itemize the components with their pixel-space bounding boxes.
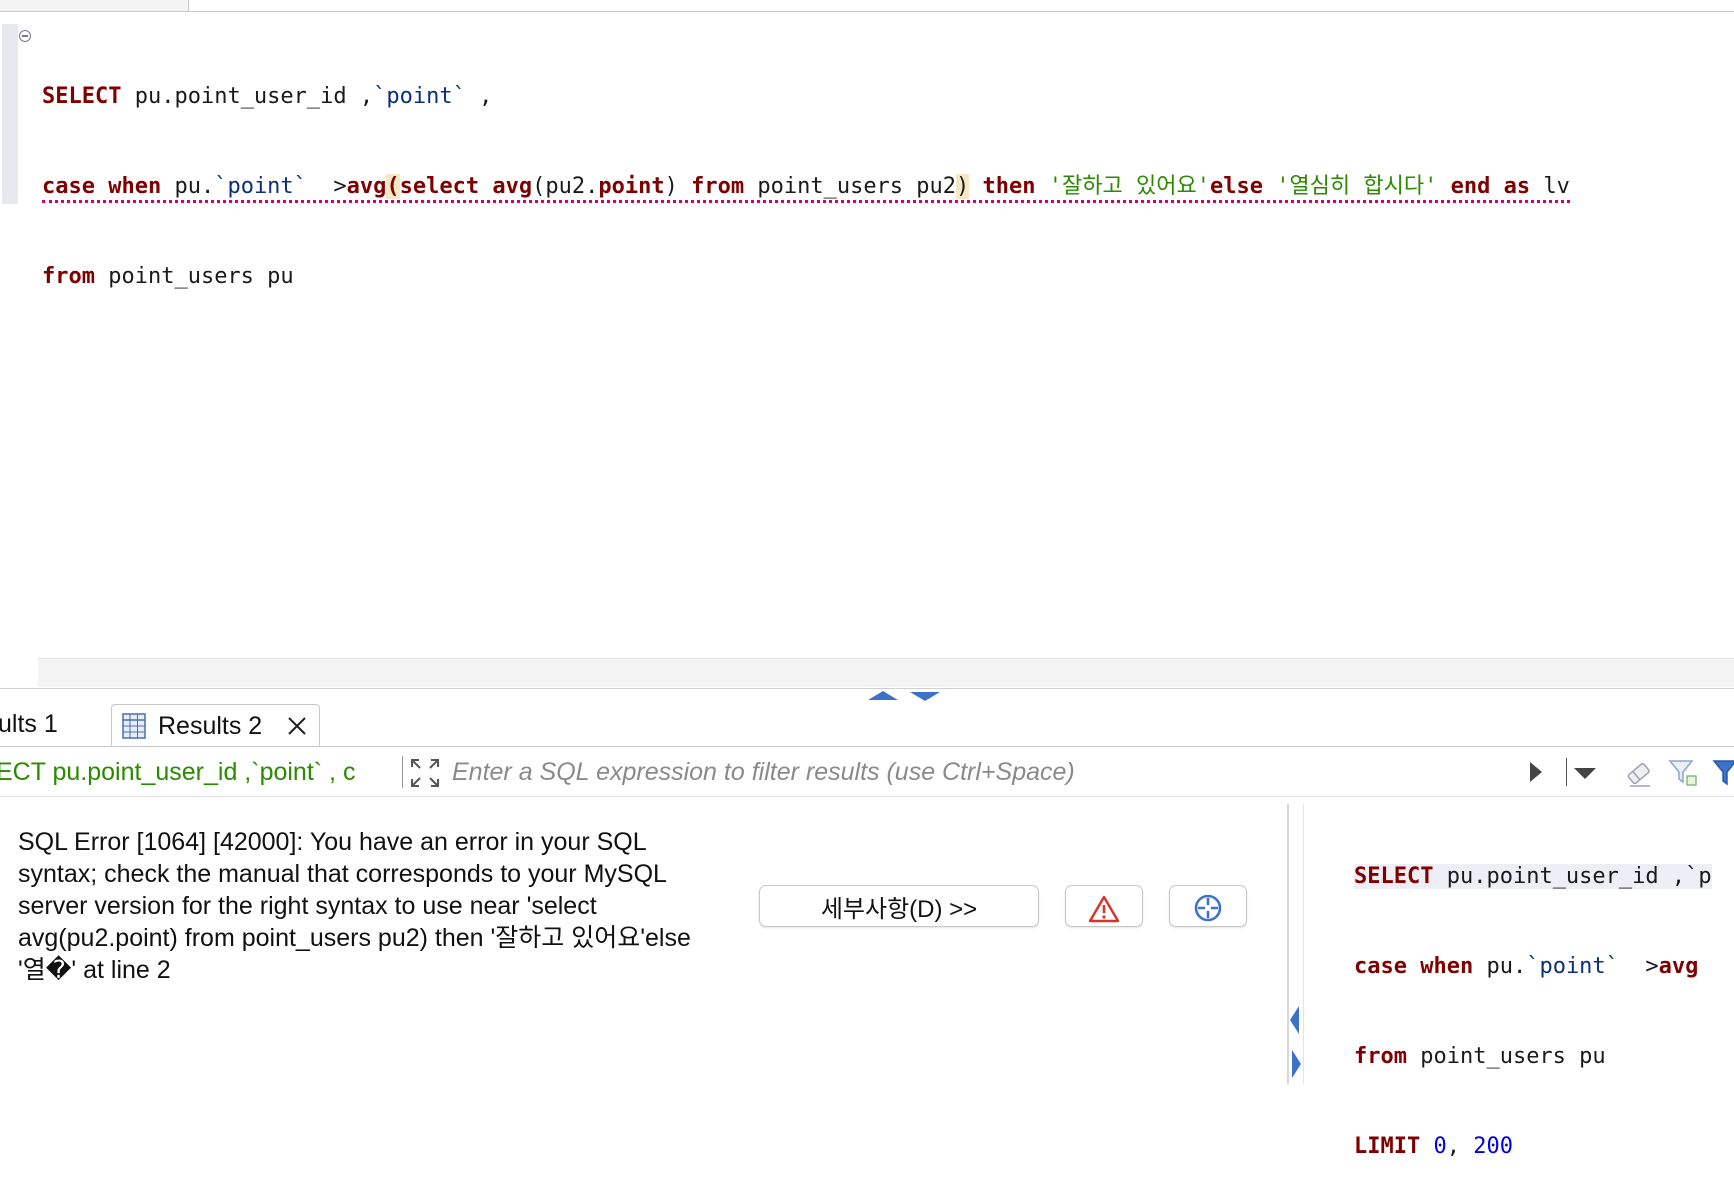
editor-tab-border [188,11,1734,12]
divider [1566,758,1567,786]
filter-bar: ECT pu.point_user_id ,`point` , c [0,748,1734,797]
keyword: case [42,174,95,199]
number-literal: 200 [1473,1134,1513,1159]
filter-input[interactable] [446,750,1538,794]
identifier: `point` [1526,954,1619,979]
query-line-3: from point_users pu [1354,1042,1712,1072]
code-text: pu.point_user_id ,`p [1433,864,1712,889]
identifier: `point` [373,84,466,109]
keyword: from [1354,1044,1407,1069]
panel-splitter[interactable] [0,688,1734,703]
filter-funnel-icon[interactable] [1668,758,1698,788]
code-text: > [1618,954,1659,979]
keyword: avg [492,174,533,199]
details-button[interactable]: 세부사항(D) >> [759,885,1039,927]
query-line-2: case when pu.`point` >avg [1354,952,1712,982]
keyword: avg [346,174,387,199]
keyword: when [1420,954,1474,979]
results-tab-bar: ults 1 Results 2 [0,702,1734,747]
results-panel-divider-edge [1303,804,1304,1084]
filter-settings-icon[interactable] [1712,758,1734,788]
sql-editor[interactable]: SELECT pu.point_user_id ,`point` , case … [42,22,1570,322]
tab-results-1[interactable]: ults 1 [0,702,110,746]
query-line-4: LIMIT 0, 200 [1354,1132,1712,1162]
string-literal: '열심히 합시다' [1276,174,1438,199]
apply-filter-icon[interactable] [1530,762,1542,782]
paren-match: ) [956,174,970,199]
editor-tab-strip [0,0,1734,12]
collapse-right-arrow-icon[interactable] [1292,1050,1301,1078]
expand-icon[interactable] [410,758,440,788]
tab-label: ults 1 [0,710,58,738]
keyword: as [1503,174,1531,199]
code-line-3: from point_users pu [42,262,1570,292]
code-text: (pu2. [532,174,599,199]
keyword: LIMIT [1354,1134,1421,1159]
maximize-editor-arrow-icon[interactable] [868,691,898,700]
error-underline: case when pu.`point` >avg(select avg(pu2… [42,172,1570,203]
keyword: avg [1658,954,1699,979]
editor-tab[interactable] [0,0,189,12]
executed-query-panel: SELECT pu.point_user_id ,`p case when pu… [1354,802,1712,1192]
active-query-label[interactable]: ECT pu.point_user_id ,`point` , c [0,748,398,796]
keyword: from [42,264,95,289]
code-text: , [465,84,493,109]
identifier: `point` [214,174,307,199]
keyword: else [1209,174,1263,199]
collapse-left-arrow-icon[interactable] [1290,1006,1299,1034]
code-text: lv [1530,174,1570,199]
maximize-results-arrow-icon[interactable] [910,692,940,701]
divider [402,756,403,788]
code-line-2: case when pu.`point` >avg(select avg(pu2… [42,172,1570,203]
code-text: pu. [1473,954,1527,979]
code-text: pu.point_user_id , [121,84,374,109]
code-text: , [1446,1134,1474,1159]
table-grid-icon [122,713,146,739]
code-text: point_users pu2 [744,174,957,199]
keyword: point [598,174,665,199]
keyword: SELECT [42,84,122,109]
query-line-1: SELECT pu.point_user_id ,`p [1354,862,1712,892]
collapse-icon[interactable] [19,30,31,42]
number-literal: 0 [1433,1134,1447,1159]
show-error-position-button[interactable] [1169,885,1247,927]
keyword: end [1450,174,1491,199]
code-text: point_users pu [1406,1044,1606,1069]
keyword: from [691,174,745,199]
code-text: ) [664,174,692,199]
keyword: case [1354,954,1407,979]
tab-results-2[interactable]: Results 2 [111,704,320,746]
string-literal: '잘하고 있어요' [1048,174,1210,199]
code-text: > [306,174,347,199]
warning-button[interactable] [1065,885,1143,927]
keyword: then [982,174,1036,199]
code-text: pu. [161,174,215,199]
close-icon[interactable] [286,715,308,737]
filter-history-dropdown-icon[interactable] [1574,768,1596,779]
paren-match: ( [386,174,400,199]
eraser-icon[interactable] [1624,760,1654,788]
keyword: SELECT [1354,864,1434,889]
results-panel-divider[interactable] [1287,804,1289,1084]
keyword: when [108,174,162,199]
tab-label: Results 2 [158,712,263,740]
editor-horizontal-scrollbar[interactable] [38,658,1734,687]
keyword: select [399,174,480,199]
code-line-1: SELECT pu.point_user_id ,`point` , [42,82,1570,112]
crosshair-icon [1194,894,1222,922]
warning-icon [1088,895,1120,923]
sql-error-message: SQL Error [1064] [42000]: You have an er… [18,828,691,984]
code-text: point_users pu [94,264,294,289]
editor-gutter [2,24,18,204]
